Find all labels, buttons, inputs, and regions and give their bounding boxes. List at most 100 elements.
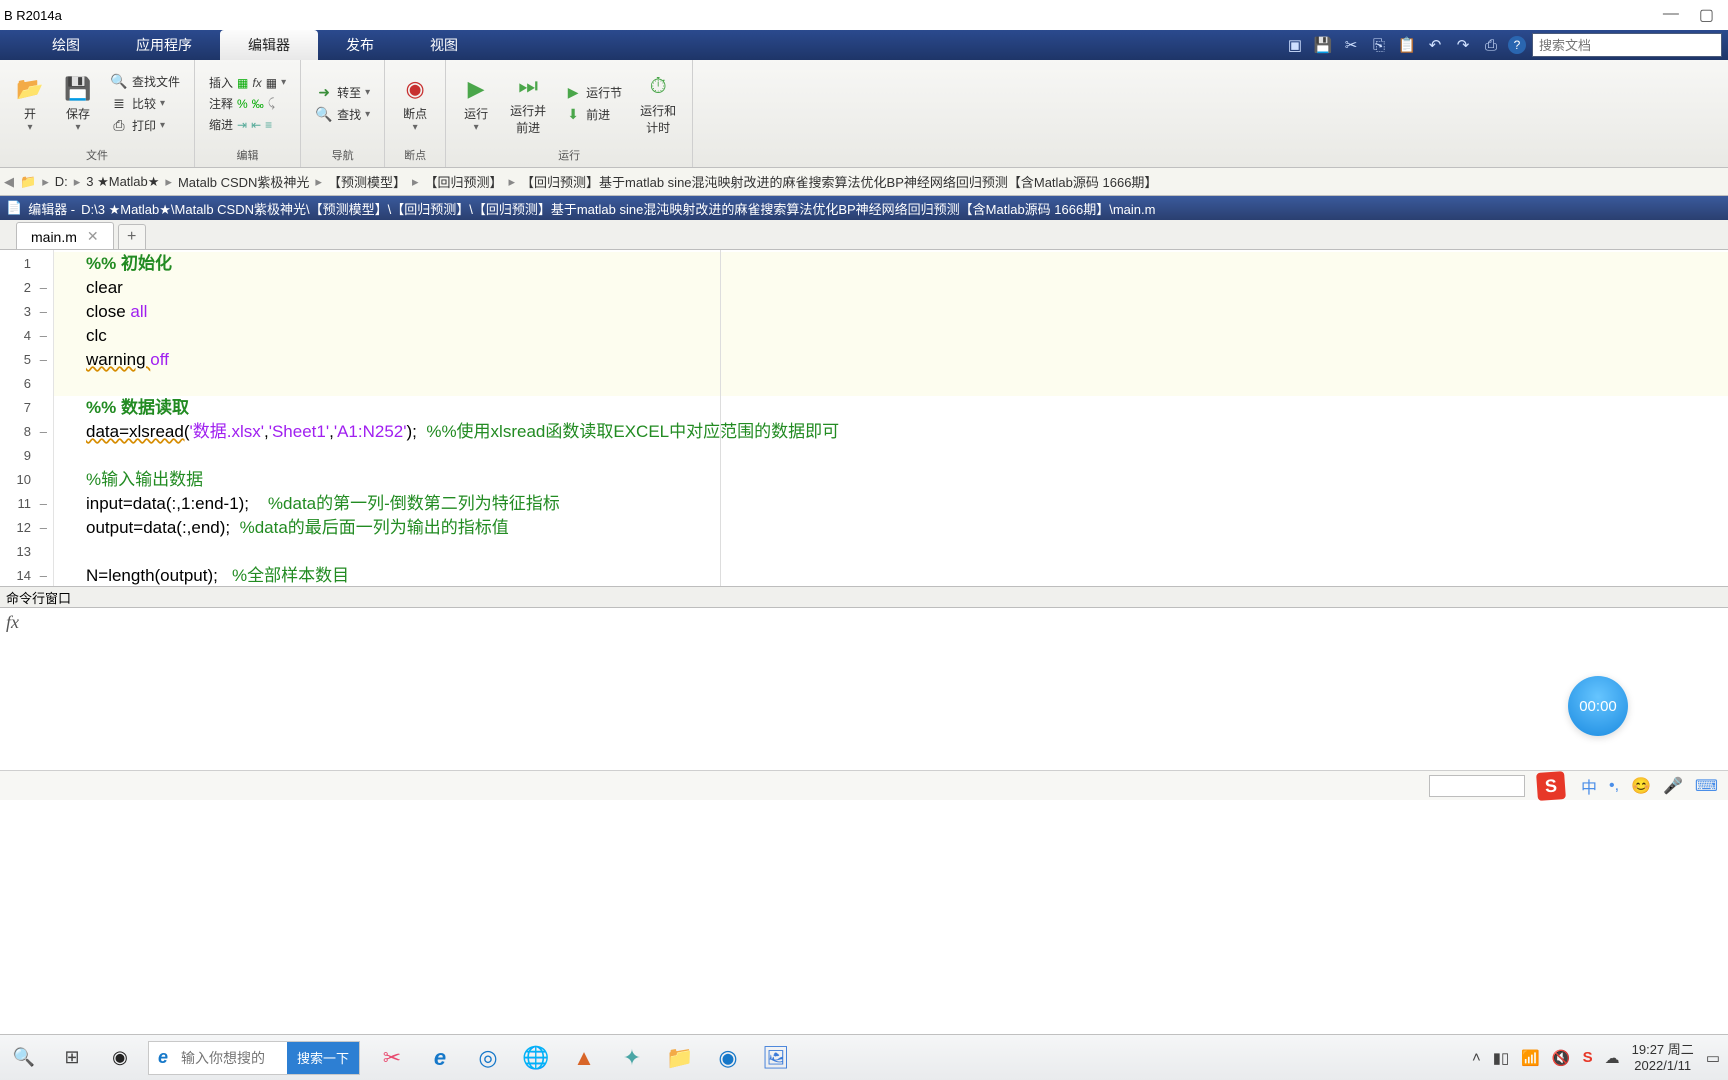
explorer-app-icon[interactable]: 📁 xyxy=(656,1035,704,1080)
edge-app-icon[interactable]: ◉ xyxy=(704,1035,752,1080)
search-docs[interactable] xyxy=(1532,33,1722,57)
ime-badge[interactable]: S xyxy=(1536,771,1566,801)
ime-mic-icon[interactable]: 🎤 xyxy=(1663,776,1683,796)
path-seg[interactable]: 【预测模型】 xyxy=(328,172,406,191)
indent-button[interactable]: 缩进 ⇥ ⇤ ≡ xyxy=(209,114,286,135)
task-view-icon[interactable]: ⊞ xyxy=(48,1035,96,1080)
tab-editor[interactable]: 编辑器 xyxy=(220,30,318,60)
tray-clock[interactable]: 19:27 周二 2022/1/11 xyxy=(1632,1042,1694,1073)
status-input[interactable] xyxy=(1429,775,1525,797)
folder-icon[interactable]: 📁 xyxy=(20,174,36,190)
save-quick-icon[interactable]: 💾 xyxy=(1312,34,1334,56)
goto-button[interactable]: ➜转至▾ xyxy=(315,82,370,104)
ime-punct-icon[interactable]: •, xyxy=(1609,777,1619,795)
file-tab-main[interactable]: main.m ✕ xyxy=(16,222,114,249)
taskbar-search-button[interactable]: 搜索一下 xyxy=(287,1042,359,1074)
find-files-button[interactable]: 🔍查找文件 xyxy=(110,71,180,93)
breakpoints-icon: ◉ xyxy=(401,75,429,103)
path-drive[interactable]: D: xyxy=(55,174,68,189)
tray-wifi-icon[interactable]: 📶 xyxy=(1521,1049,1540,1067)
photos-app-icon[interactable]: 🖼 xyxy=(752,1035,800,1080)
window-titlebar: B R2014a — ▢ xyxy=(0,0,1728,30)
ime-emoji-icon[interactable]: 😊 xyxy=(1631,776,1651,796)
tray-chevron-icon[interactable]: ˄ xyxy=(1472,1049,1481,1066)
group-label-edit: 编辑 xyxy=(203,145,292,165)
code-editor[interactable]: 1 2– 3– 4– 5– 6 7 8– 9 10 11– 12– 13 14–… xyxy=(0,250,1728,586)
compare-icon: ≣ xyxy=(110,95,128,113)
run-advance-button[interactable]: ⏭ 运行并 前进 xyxy=(502,70,554,138)
ie-app-icon[interactable]: e xyxy=(416,1035,464,1080)
cut-icon[interactable]: ✂ xyxy=(1340,34,1362,56)
editor-path: D:\3 ★Matlab★\Matalb CSDN紫极神光\【预测模型】\【回归… xyxy=(81,199,1155,218)
undo-icon[interactable]: ↶ xyxy=(1424,34,1446,56)
save-button[interactable]: 💾 保存 ▾ xyxy=(56,73,100,135)
advance-icon: ⬇ xyxy=(564,106,582,124)
tab-plot[interactable]: 绘图 xyxy=(24,30,108,60)
matlab-app-icon[interactable]: ▲ xyxy=(560,1035,608,1080)
maximize-icon[interactable]: ▢ xyxy=(1699,5,1714,25)
file-tabs: main.m ✕ + xyxy=(0,220,1728,250)
path-seg[interactable]: Matalb CSDN紫极神光 xyxy=(178,172,309,191)
dropdown-icon: ▾ xyxy=(27,122,32,133)
status-bar: S 中 •, 😊 🎤 ⌨ xyxy=(0,770,1728,800)
advance-button[interactable]: ⬇前进 xyxy=(564,104,622,126)
toolstrip: 📂 开 ▾ 💾 保存 ▾ 🔍查找文件 ≣比较▾ ⎙打印▾ 文件 插入 ▦ fx … xyxy=(0,60,1728,168)
path-seg[interactable]: 【回归预测】基于matlab sine混沌映射改进的麻雀搜索算法优化BP神经网络… xyxy=(521,172,1157,191)
run-time-button[interactable]: ⏱ 运行和 计时 xyxy=(632,70,684,138)
run-time-icon: ⏱ xyxy=(644,72,672,100)
browser-app-icon[interactable]: 🌐 xyxy=(512,1035,560,1080)
search-icon[interactable]: 🔍 xyxy=(0,1035,48,1080)
search-docs-input[interactable] xyxy=(1533,38,1721,53)
app-title: B R2014a xyxy=(4,8,62,23)
tray-notifications-icon[interactable]: ▭ xyxy=(1706,1049,1720,1067)
add-tab-button[interactable]: + xyxy=(118,224,146,249)
minimize-icon[interactable]: — xyxy=(1663,5,1679,25)
tray-onedrive-icon[interactable]: ☁ xyxy=(1605,1049,1620,1067)
editor-title-prefix: 编辑器 - xyxy=(28,199,75,218)
find-files-icon: 🔍 xyxy=(110,73,128,91)
open-icon: 📂 xyxy=(16,75,44,103)
address-bar[interactable]: ◀ 📁 ▸ D:▸ 3 ★Matlab★▸ Matalb CSDN紫极神光▸ 【… xyxy=(0,168,1728,196)
tray-volume-icon[interactable]: 🔇 xyxy=(1552,1049,1571,1067)
tab-apps[interactable]: 应用程序 xyxy=(108,30,220,60)
path-seg[interactable]: 【回归预测】 xyxy=(425,172,503,191)
taskbar-search[interactable]: e 搜索一下 xyxy=(148,1041,360,1075)
code-lines[interactable]: %% 初始化 clear close all clc warning off %… xyxy=(54,250,1728,586)
taskbar-search-input[interactable] xyxy=(177,1042,287,1074)
app-icon-1[interactable]: ✦ xyxy=(608,1035,656,1080)
compare-button[interactable]: ≣比较▾ xyxy=(110,93,180,115)
command-window[interactable]: fx 00:00 xyxy=(0,608,1728,770)
run-icon: ▶ xyxy=(462,75,490,103)
system-tray: ˄ ▮▯ 📶 🔇 S ☁ 19:27 周二 2022/1/11 ▭ xyxy=(1472,1035,1728,1080)
ime-keyboard-icon[interactable]: ⌨ xyxy=(1695,776,1718,796)
group-label-run: 运行 xyxy=(454,145,684,165)
breakpoints-button[interactable]: ◉ 断点 ▾ xyxy=(393,73,437,135)
tray-battery-icon[interactable]: ▮▯ xyxy=(1493,1049,1510,1067)
insert-button[interactable]: 插入 ▦ fx ▦▾ xyxy=(209,72,286,93)
redo-icon[interactable]: ↷ xyxy=(1452,34,1474,56)
snip-app-icon[interactable]: ✂ xyxy=(368,1035,416,1080)
editor-icon: 📄 xyxy=(6,200,22,216)
print-quick-icon[interactable]: ⎙ xyxy=(1480,34,1502,56)
back-icon[interactable]: ◀ xyxy=(4,174,14,190)
close-tab-icon[interactable]: ✕ xyxy=(87,228,99,245)
paste-icon[interactable]: 📋 xyxy=(1396,34,1418,56)
run-button[interactable]: ▶ 运行 ▾ xyxy=(454,73,498,135)
print-button[interactable]: ⎙打印▾ xyxy=(110,115,180,137)
copy-icon[interactable]: ⎘ xyxy=(1368,34,1390,56)
ime-lang[interactable]: 中 xyxy=(1581,774,1597,798)
find-button[interactable]: 🔍查找▾ xyxy=(315,104,370,126)
line-gutter: 1 2– 3– 4– 5– 6 7 8– 9 10 11– 12– 13 14– xyxy=(0,250,54,586)
print-icon: ⎙ xyxy=(110,117,128,135)
tab-publish[interactable]: 发布 xyxy=(318,30,402,60)
obs-icon[interactable]: ◉ xyxy=(96,1035,144,1080)
edge-legacy-icon[interactable]: ◎ xyxy=(464,1035,512,1080)
path-seg[interactable]: 3 ★Matlab★ xyxy=(86,174,159,190)
open-button[interactable]: 📂 开 ▾ xyxy=(8,73,52,135)
tray-ime-s-icon[interactable]: S xyxy=(1583,1049,1593,1066)
run-section-button[interactable]: ▶运行节 xyxy=(564,82,622,104)
quick-icon-1[interactable]: ▣ xyxy=(1284,34,1306,56)
comment-button[interactable]: 注释 % ‰ ⤹ xyxy=(209,93,286,114)
help-icon[interactable]: ? xyxy=(1508,36,1526,54)
tab-view[interactable]: 视图 xyxy=(402,30,486,60)
